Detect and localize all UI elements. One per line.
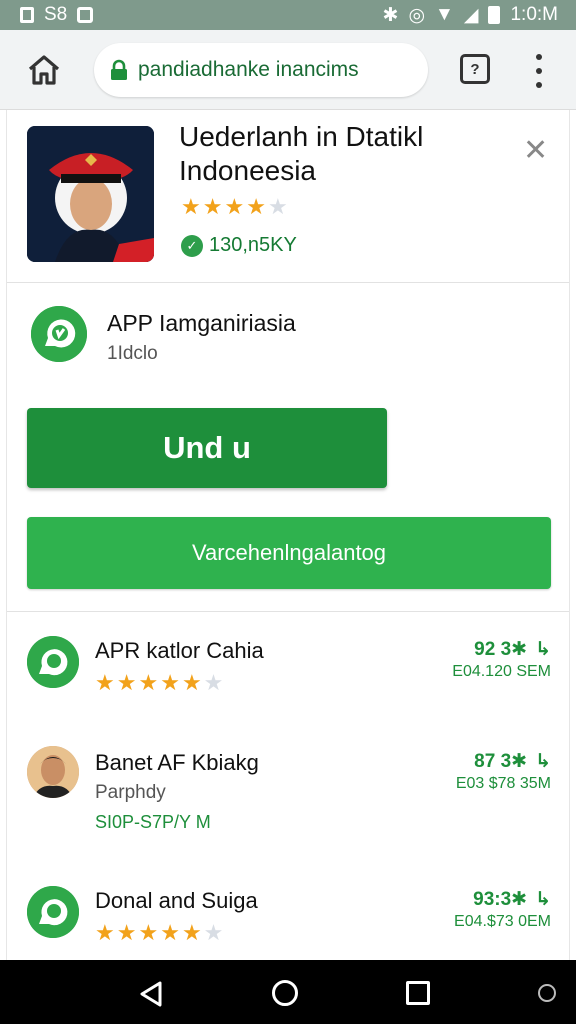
sim-icon — [20, 7, 34, 23]
lock-icon — [111, 59, 127, 80]
list-item-stats: 93:3✱ ↳ E04.$73 0EM — [454, 888, 551, 931]
list-item-stat-top: 92 3✱ — [474, 639, 528, 660]
download-check-icon: ✓ — [181, 234, 203, 257]
app-name: APP Iamganiriasia — [107, 310, 296, 336]
alarm-icon: ◎ — [408, 4, 426, 26]
wifi-icon: ▼ — [435, 4, 454, 25]
bluetooth-icon: ✱ — [382, 4, 399, 26]
star-icon: ★ — [116, 670, 137, 695]
browser-toolbar: pandiadhanke inancims ? — [0, 30, 576, 110]
status-left-text: S8 — [44, 4, 68, 25]
share-icon[interactable]: ↳ — [535, 638, 551, 661]
app-install-card: Uederlanh in Dtatikl Indoneesia ✕ ★ ★ ★ … — [6, 110, 570, 960]
url-text[interactable]: pandiadhanke inancims — [138, 58, 359, 82]
list-item-stat-bottom: E03 $78 35M — [455, 775, 551, 792]
secondary-action-button[interactable]: Varcehenlngalantog — [27, 517, 551, 589]
list-item-stat-bottom: E04.$73 0EM — [454, 913, 551, 930]
list-item-title: Banet AF Kbiakg — [95, 750, 259, 775]
battery-icon — [488, 6, 501, 24]
divider — [7, 282, 569, 283]
star-icon: ★ — [95, 670, 115, 695]
list-item[interactable]: APR katlor Cahia ★ ★ ★ ★ ★ ★ 92 3✱ ↳ E04.… — [7, 634, 569, 704]
empty-star-icon: ★ — [267, 194, 288, 219]
share-icon[interactable]: ↳ — [535, 750, 551, 773]
list-item-stat-top: 93:3✱ — [473, 889, 528, 910]
chat-app-icon — [27, 636, 79, 688]
list-item-rating: ★ ★ ★ ★ ★ ★ — [95, 922, 223, 944]
hero-download-count: 130,n5KY — [209, 234, 297, 256]
system-nav-bar — [0, 960, 576, 1024]
star-icon: ★ — [181, 194, 201, 219]
overflow-menu-icon[interactable] — [528, 54, 550, 88]
half-star-icon: ★ — [181, 670, 202, 695]
signal-icon: ◢ — [463, 4, 479, 26]
home-icon[interactable] — [26, 52, 62, 88]
star-icon: ★ — [224, 194, 245, 219]
hero-title: Uederlanh in Dtatikl Indoneesia — [179, 121, 424, 186]
list-item[interactable]: Donal and Suiga ★ ★ ★ ★ ★ ★ 93:3✱ ↳ E04.$… — [7, 884, 569, 954]
list-item-stats: 92 3✱ ↳ E04.120 SEM — [452, 638, 551, 681]
recents-icon[interactable] — [406, 981, 430, 1005]
back-icon[interactable] — [138, 980, 164, 1008]
empty-star-icon: ★ — [203, 920, 224, 945]
list-item-rating: ★ ★ ★ ★ ★ ★ — [95, 672, 223, 694]
address-bar[interactable]: pandiadhanke inancims — [94, 43, 428, 97]
status-bar: S8 ✱ ◎ ▼ ◢ 1:0:M — [0, 0, 576, 30]
star-icon: ★ — [160, 920, 180, 945]
notification-icon — [77, 7, 94, 23]
star-icon: ★ — [138, 670, 159, 695]
download-button[interactable]: Und u — [27, 408, 387, 488]
rotate-icon[interactable] — [538, 984, 556, 1002]
list-item-stat-top: 87 3✱ — [474, 751, 528, 772]
app-subtitle: 1Idclo — [107, 343, 158, 364]
share-icon[interactable]: ↳ — [535, 888, 551, 911]
app-banner-image — [27, 126, 154, 262]
star-icon: ★ — [138, 920, 159, 945]
list-item-title: APR katlor Cahia — [95, 638, 264, 663]
divider — [7, 611, 569, 612]
list-item[interactable]: Banet AF Kbiakg Parphdy SI0P-S7P/Y M 87 … — [7, 746, 569, 838]
list-item-stats: 87 3✱ ↳ E03 $78 35M — [456, 750, 551, 793]
empty-star-icon: ★ — [203, 670, 224, 695]
home-nav-icon[interactable] — [272, 980, 298, 1006]
list-item-title: Donal and Suiga — [95, 888, 258, 913]
hero-downloads: ✓ 130,n5KY — [181, 234, 297, 257]
chat-app-icon — [31, 306, 87, 362]
half-star-icon: ★ — [246, 194, 266, 219]
status-time: 1:0:M — [510, 4, 558, 25]
close-icon[interactable]: ✕ — [523, 136, 548, 166]
avatar — [27, 746, 79, 798]
star-icon: ★ — [160, 670, 180, 695]
half-star-icon: ★ — [181, 920, 202, 945]
list-item-subtitle: Parphdy — [95, 782, 166, 803]
star-icon: ★ — [202, 194, 223, 219]
hero-rating-stars: ★ ★ ★ ★ ★ — [181, 196, 288, 218]
tabs-button[interactable]: ? — [460, 54, 490, 84]
chat-app-icon — [27, 886, 79, 938]
tabs-count: ? — [470, 60, 480, 78]
star-icon: ★ — [95, 920, 115, 945]
list-item-price: SI0P-S7P/Y M — [95, 812, 211, 832]
list-item-stat-bottom: E04.120 SEM — [452, 663, 551, 680]
star-icon: ★ — [116, 920, 137, 945]
